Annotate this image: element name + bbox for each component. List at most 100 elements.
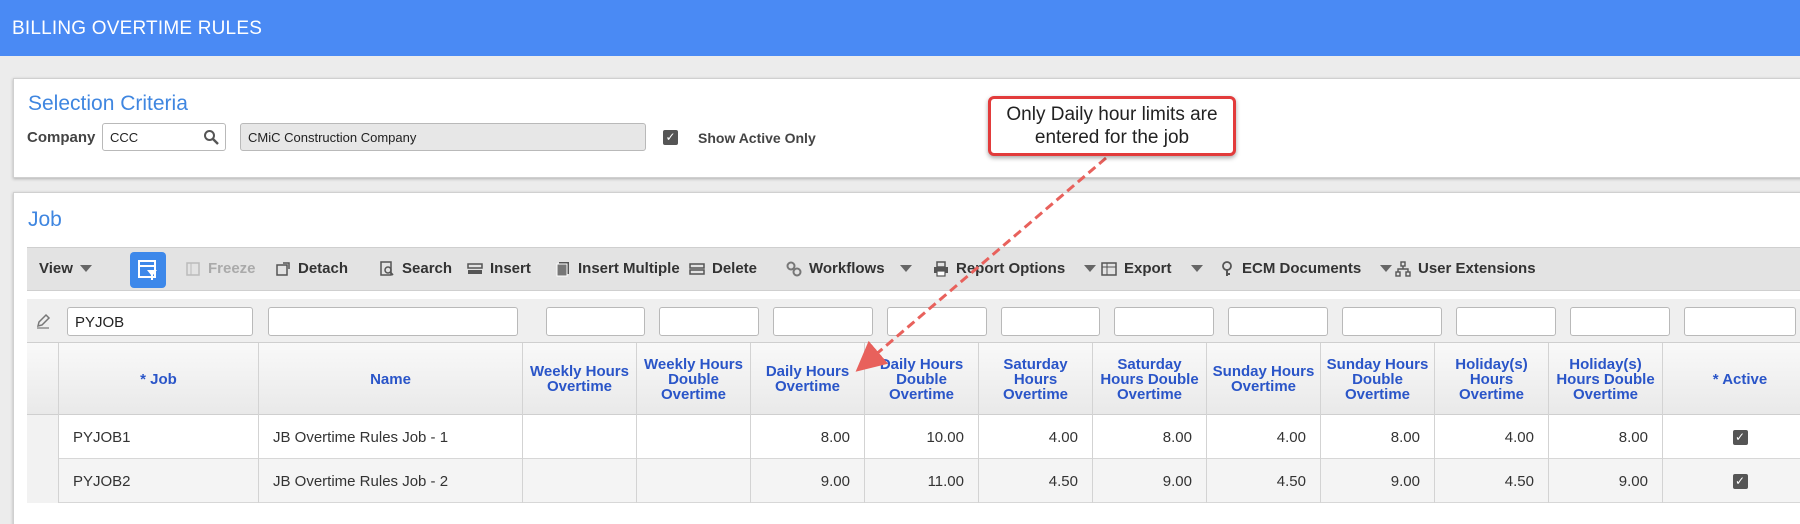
search-icon[interactable] [203,129,219,145]
cell-hol-dot[interactable]: 8.00 [1548,415,1662,459]
col-header-weekly-ot[interactable]: Weekly Hours Overtime [522,343,636,415]
insert-multiple-label: Insert Multiple [578,260,680,277]
detach-icon [276,261,290,276]
filter-toggle-button[interactable] [130,252,166,288]
company-input[interactable]: CCC [102,123,226,151]
sat-ot-filter-input[interactable] [1001,307,1100,336]
job-toolbar: View Freeze Detach Search Insert Insert … [27,247,1800,291]
cell-sun-ot[interactable]: 4.00 [1206,415,1320,459]
cell-hol-ot[interactable]: 4.50 [1434,459,1548,503]
daily-ot-filter-input[interactable] [773,307,873,336]
cell-sat-dot[interactable]: 8.00 [1092,415,1206,459]
col-header-weekly-dot[interactable]: Weekly Hours Double Overtime [636,343,750,415]
ecm-documents-menu[interactable]: ECM Documents [1219,260,1393,277]
hol-dot-filter-input[interactable] [1570,307,1670,336]
view-label: View [39,260,73,277]
active-checkbox[interactable]: ✓ [1732,473,1748,489]
col-header-sun-ot[interactable]: Sunday Hours Overtime [1206,343,1320,415]
table-row[interactable]: PYJOB2 JB Overtime Rules Job - 2 9.00 11… [27,459,1800,503]
col-header-sat-dot[interactable]: Saturday Hours Double Overtime [1092,343,1206,415]
printer-icon [934,260,948,277]
daily-dot-filter-input[interactable] [887,307,987,336]
cell-sat-ot[interactable]: 4.50 [978,459,1092,503]
search-button[interactable]: Search [379,260,452,277]
job-panel: Job View Freeze Detach Search Insert Ins… [13,192,1800,524]
show-active-only-label: Show Active Only [698,130,816,146]
freeze-icon [186,261,200,276]
insert-button[interactable]: Insert [467,260,531,277]
delete-row-icon [689,262,705,275]
col-header-hol-ot[interactable]: Holiday(s) Hours Overtime [1434,343,1548,415]
job-filter-input[interactable]: PYJOB [67,307,253,336]
weekly-dot-filter-input[interactable] [659,307,759,336]
view-menu[interactable]: View [39,260,92,277]
cell-job[interactable]: PYJOB2 [58,459,258,503]
row-selector[interactable] [27,415,58,459]
company-value: CCC [110,130,139,145]
cell-weekly-dot[interactable] [636,415,750,459]
cell-sun-dot[interactable]: 8.00 [1320,415,1434,459]
cell-daily-ot[interactable]: 9.00 [750,459,864,503]
company-label: Company [27,129,96,146]
insert-multiple-icon [556,261,569,276]
col-header-sun-dot[interactable]: Sunday Hours Double Overtime [1320,343,1434,415]
sun-ot-filter-input[interactable] [1228,307,1328,336]
active-filter-input[interactable] [1684,307,1796,336]
insert-multiple-button[interactable]: Insert Multiple [555,260,680,277]
detach-button[interactable]: Detach [275,260,348,277]
search-label: Search [402,260,453,277]
cell-name[interactable]: JB Overtime Rules Job - 2 [258,459,522,503]
weekly-ot-filter-input[interactable] [546,307,645,336]
cell-weekly-dot[interactable] [636,459,750,503]
hierarchy-icon [1395,260,1411,277]
row-selector[interactable] [27,459,58,503]
chevron-down-icon [1084,265,1097,272]
cell-sun-ot[interactable]: 4.50 [1206,459,1320,503]
chevron-down-icon [79,265,92,272]
col-header-daily-ot[interactable]: Daily Hours Overtime [750,343,864,415]
cell-sat-ot[interactable]: 4.00 [978,415,1092,459]
pencil-icon[interactable] [35,313,51,329]
delete-button[interactable]: Delete [689,260,757,277]
cell-weekly-ot[interactable] [522,459,636,503]
hol-ot-filter-input[interactable] [1456,307,1556,336]
insert-row-icon [467,262,483,274]
export-menu[interactable]: Export [1101,260,1203,277]
cell-hol-dot[interactable]: 9.00 [1548,459,1662,503]
cell-job[interactable]: PYJOB1 [58,415,258,459]
export-grid-icon [1101,261,1117,276]
job-section-title: Job [28,208,62,231]
user-extensions-button[interactable]: User Extensions [1395,260,1536,277]
cell-daily-dot[interactable]: 11.00 [864,459,978,503]
col-header-active[interactable]: * Active [1662,343,1800,415]
report-options-menu[interactable]: Report Options [933,260,1097,277]
col-header-sat-ot[interactable]: Saturday Hours Overtime [978,343,1092,415]
search-doc-icon [380,260,394,276]
freeze-button[interactable]: Freeze [185,260,256,277]
sun-dot-filter-input[interactable] [1342,307,1442,336]
chevron-down-icon [1380,265,1393,272]
cell-sat-dot[interactable]: 9.00 [1092,459,1206,503]
col-header-hol-dot[interactable]: Holiday(s) Hours Double Overtime [1548,343,1662,415]
cell-sun-dot[interactable]: 9.00 [1320,459,1434,503]
table-row[interactable]: PYJOB1 JB Overtime Rules Job - 1 8.00 10… [27,415,1800,459]
col-header-daily-dot[interactable]: Daily Hours Double Overtime [864,343,978,415]
show-active-only-checkbox[interactable]: ✓ [663,130,678,145]
selection-criteria-title: Selection Criteria [28,92,188,115]
col-header-job[interactable]: * Job [58,343,258,415]
sat-dot-filter-input[interactable] [1114,307,1214,336]
cell-weekly-ot[interactable] [522,415,636,459]
cell-name[interactable]: JB Overtime Rules Job - 1 [258,415,522,459]
cell-hol-ot[interactable]: 4.00 [1434,415,1548,459]
name-filter-input[interactable] [268,307,518,336]
key-icon [1222,260,1232,276]
page-title: BILLING OVERTIME RULES [0,0,1800,56]
active-checkbox[interactable]: ✓ [1732,429,1748,445]
cell-active: ✓ [1662,415,1800,459]
annotation-callout: Only Daily hour limits are entered for t… [988,96,1236,156]
workflows-menu[interactable]: Workflows [786,260,912,277]
cell-daily-dot[interactable]: 10.00 [864,415,978,459]
export-label: Export [1124,260,1172,277]
col-header-name[interactable]: Name [258,343,522,415]
cell-daily-ot[interactable]: 8.00 [750,415,864,459]
